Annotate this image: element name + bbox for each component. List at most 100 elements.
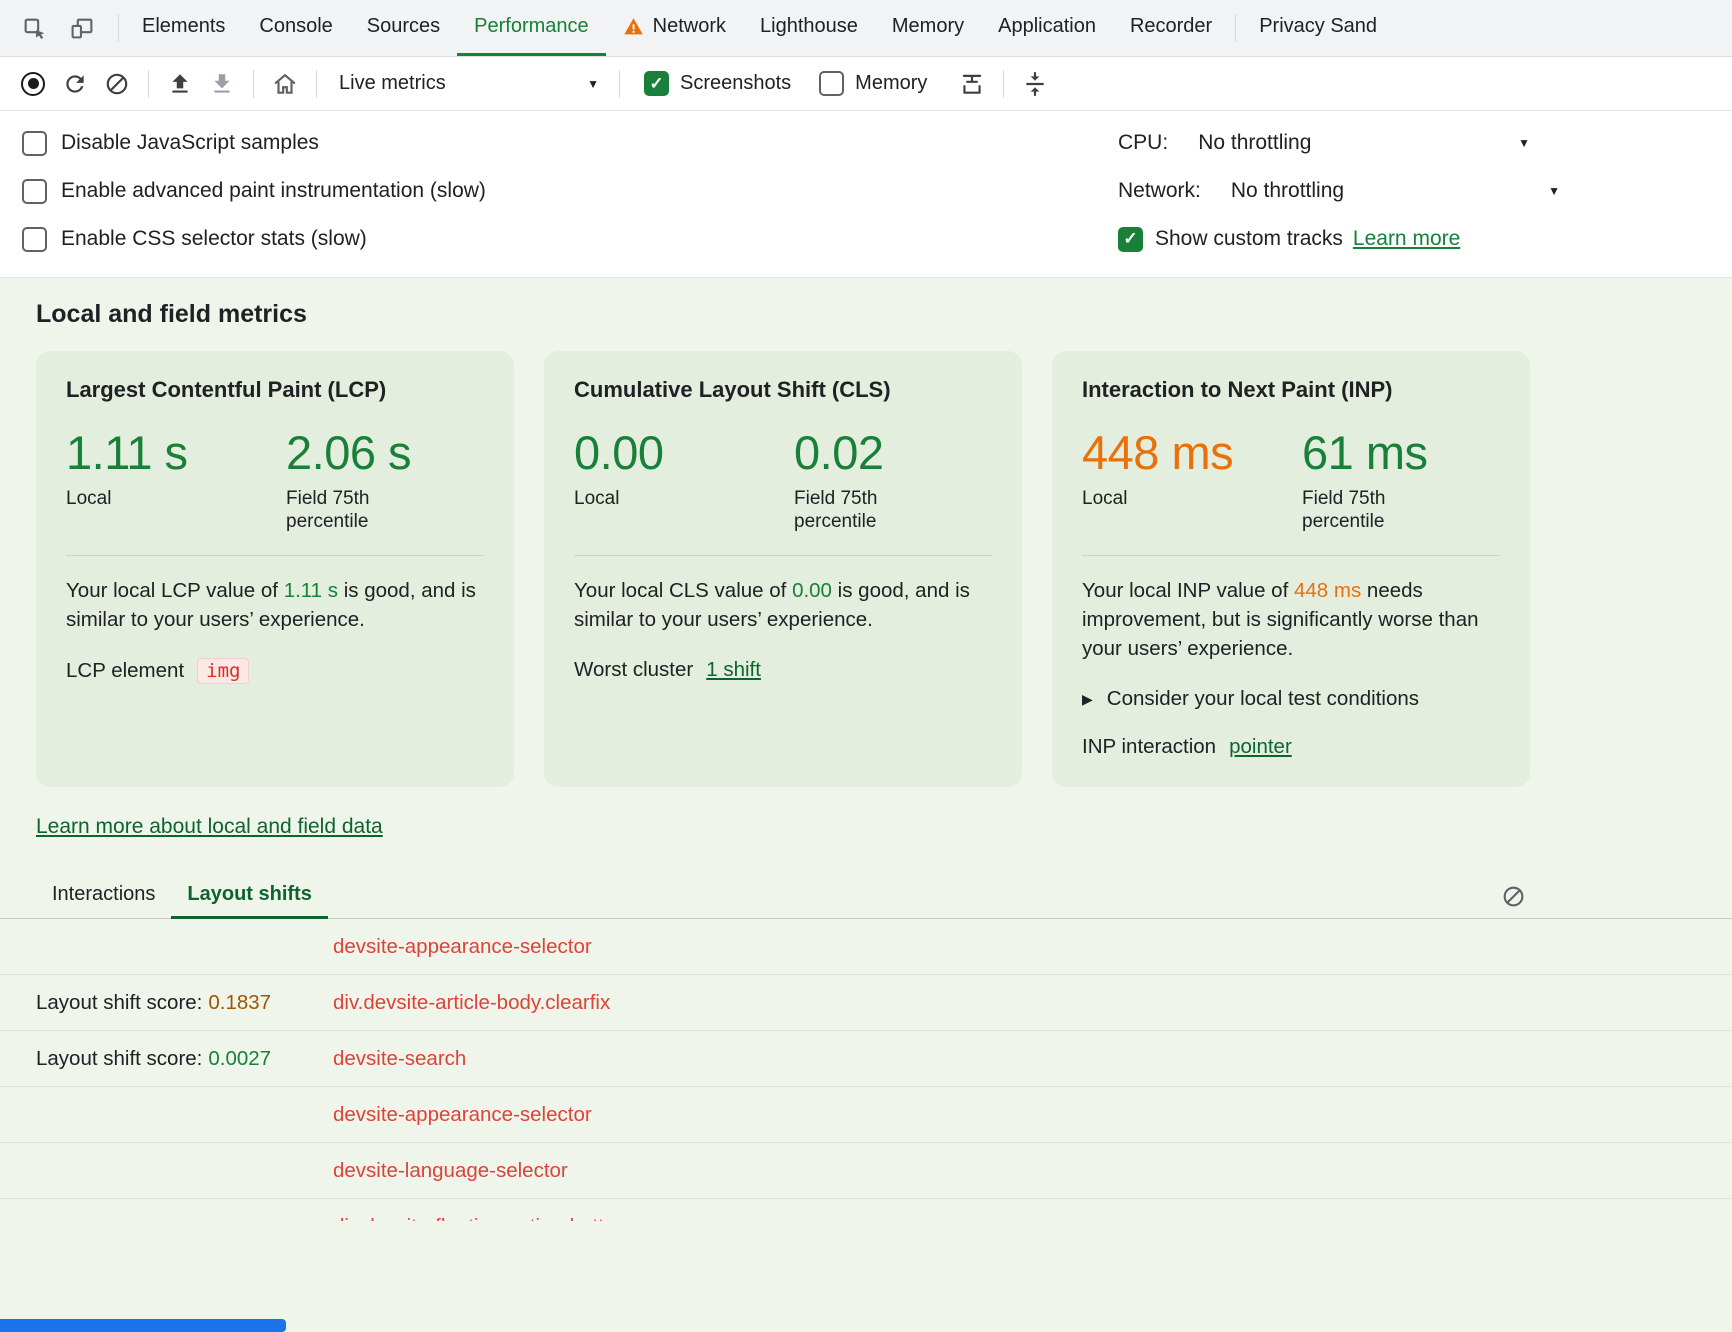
score-label: Layout shift score: [36, 991, 202, 1014]
inp-interaction-label: INP interaction [1082, 735, 1216, 759]
tab-console[interactable]: Console [242, 0, 349, 56]
home-icon [272, 71, 298, 97]
record-button[interactable] [12, 64, 54, 104]
divider [118, 14, 119, 42]
tab-memory[interactable]: Memory [875, 0, 981, 56]
checkbox-unchecked-icon [22, 131, 47, 156]
tab-bar-tools [14, 0, 112, 56]
reload-and-record-button[interactable] [54, 64, 96, 104]
tab-lighthouse[interactable]: Lighthouse [743, 0, 875, 56]
section-heading: Local and field metrics [36, 300, 1732, 329]
checkbox-unchecked-icon [22, 227, 47, 252]
divider [1003, 70, 1004, 98]
worst-cluster-label: Worst cluster [574, 658, 693, 682]
chevron-down-icon: ▼ [1518, 136, 1530, 150]
cls-local-label: Local [574, 487, 794, 510]
clear-icon [104, 71, 130, 97]
layout-shift-row: Layout shift score: 0.1837 div.devsite-ar… [0, 975, 1732, 1031]
home-button[interactable] [264, 64, 306, 104]
layout-shift-row: devsite-language-selector [0, 1143, 1732, 1199]
node-link[interactable]: div.devsite-article-body.clearfix [333, 991, 610, 1015]
tab-recorder[interactable]: Recorder [1113, 0, 1229, 56]
checkbox-unchecked-icon [22, 179, 47, 204]
inp-local-label: Local [1082, 487, 1302, 510]
cls-card: Cumulative Layout Shift (CLS) 0.00 Local… [544, 351, 1022, 787]
tab-sources[interactable]: Sources [350, 0, 457, 56]
lcp-card-title: Largest Contentful Paint (LCP) [66, 377, 484, 403]
horizontal-scrollbar-thumb[interactable] [0, 1319, 286, 1332]
divider [148, 70, 149, 98]
cls-field-value: 0.02 [794, 427, 916, 479]
worst-cluster-link[interactable]: 1 shift [706, 658, 761, 682]
cpu-throttling-row: CPU: No throttling ▼ [1118, 119, 1560, 167]
node-link[interactable]: devsite-search [333, 1047, 466, 1071]
lcp-element-node-link[interactable]: img [197, 658, 249, 684]
network-throttling-row: Network: No throttling ▼ [1118, 167, 1560, 215]
vertical-align-center-icon [1022, 71, 1048, 97]
lcp-local-value: 1.11 s [66, 427, 286, 479]
load-profile-button[interactable] [159, 64, 201, 104]
download-icon [209, 71, 235, 97]
log-tab-bar: Interactions Layout shifts [0, 873, 1732, 919]
inspect-element-icon[interactable] [14, 8, 54, 48]
divider [1082, 555, 1500, 556]
learn-more-local-field-link[interactable]: Learn more about local and field data [36, 815, 383, 839]
tab-privacy-sandbox[interactable]: Privacy Sand [1242, 0, 1394, 56]
inp-card-title: Interaction to Next Paint (INP) [1082, 377, 1500, 403]
disclosure-triangle-icon: ▶ [1082, 691, 1093, 708]
tab-performance[interactable]: Performance [457, 0, 606, 56]
node-link[interactable]: devsite-appearance-selector [333, 1103, 592, 1127]
device-toolbar-icon[interactable] [62, 8, 102, 48]
memory-checkbox[interactable]: Memory [819, 71, 927, 96]
inp-local-value: 448 ms [1082, 427, 1302, 479]
inp-card: Interaction to Next Paint (INP) 448 ms L… [1052, 351, 1530, 787]
performance-toolbar: Live metrics ▼ ✓ Screenshots Memory [0, 57, 1732, 111]
chevron-down-icon: ▼ [587, 77, 599, 91]
node-link[interactable]: devsite-language-selector [333, 1159, 568, 1183]
lcp-card: Largest Contentful Paint (LCP) 1.11 s Lo… [36, 351, 514, 787]
cls-description: Your local CLS value of 0.00 is good, an… [574, 576, 992, 634]
collect-garbage-button[interactable] [951, 64, 993, 104]
tab-layout-shifts[interactable]: Layout shifts [171, 873, 327, 919]
layout-shifts-log: devsite-appearance-selector Layout shift… [0, 919, 1732, 1221]
layout-shift-row: div.devsite-floating-action-buttons [0, 1199, 1732, 1221]
consider-local-test-conditions-expander[interactable]: ▶ Consider your local test conditions [1082, 687, 1500, 711]
tab-application[interactable]: Application [981, 0, 1113, 56]
clear-recording-button[interactable] [96, 64, 138, 104]
inp-interaction-link[interactable]: pointer [1229, 735, 1292, 759]
network-throttling-select[interactable]: No throttling ▼ [1231, 179, 1560, 203]
view-mode-select[interactable]: Live metrics ▼ [327, 64, 609, 104]
checkbox-checked-icon[interactable]: ✓ [1118, 227, 1143, 252]
node-link[interactable]: devsite-appearance-selector [333, 935, 592, 959]
lcp-local-label: Local [66, 487, 286, 510]
score-label: Layout shift score: [36, 1047, 202, 1070]
layout-shift-row: devsite-appearance-selector [0, 1087, 1732, 1143]
divider [574, 555, 992, 556]
cpu-throttling-select[interactable]: No throttling ▼ [1198, 131, 1530, 155]
clear-log-button[interactable] [1496, 879, 1530, 913]
learn-more-link[interactable]: Learn more [1353, 227, 1460, 251]
checkbox-checked-icon: ✓ [644, 71, 669, 96]
tab-elements[interactable]: Elements [125, 0, 242, 56]
screenshots-checkbox[interactable]: ✓ Screenshots [644, 71, 791, 96]
divider [1235, 14, 1236, 42]
cls-field-label: Field 75th percentile [794, 487, 916, 533]
devtools-tab-bar: Elements Console Sources Performance Net… [0, 0, 1732, 57]
layout-shift-row: devsite-appearance-selector [0, 919, 1732, 975]
checkbox-unchecked-icon [819, 71, 844, 96]
divider [253, 70, 254, 98]
divider [316, 70, 317, 98]
lcp-field-label: Field 75th percentile [286, 487, 408, 533]
metric-cards: Largest Contentful Paint (LCP) 1.11 s Lo… [36, 351, 1696, 787]
vertical-align-button[interactable] [1014, 64, 1056, 104]
inp-field-value: 61 ms [1302, 427, 1428, 479]
cls-card-title: Cumulative Layout Shift (CLS) [574, 377, 992, 403]
save-profile-button[interactable] [201, 64, 243, 104]
tab-interactions[interactable]: Interactions [36, 873, 171, 919]
node-link[interactable]: div.devsite-floating-action-buttons [333, 1215, 637, 1222]
layout-shift-row: Layout shift score:0.0027 devsite-search [0, 1031, 1732, 1087]
score-value: 0.1837 [208, 991, 271, 1014]
divider [66, 555, 484, 556]
tab-network[interactable]: Network [606, 0, 743, 56]
warning-icon [623, 16, 644, 37]
